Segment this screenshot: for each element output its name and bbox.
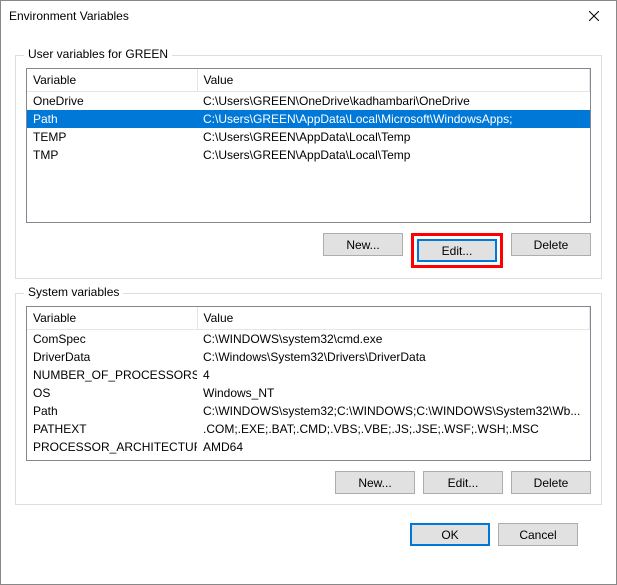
sys-new-button[interactable]: New... — [335, 471, 415, 494]
table-row[interactable]: OneDriveC:\Users\GREEN\OneDrive\kadhamba… — [27, 92, 590, 111]
cell-value: AMD64 — [197, 438, 590, 456]
cell-value: Windows_NT — [197, 384, 590, 402]
sys-col-variable[interactable]: Variable — [27, 307, 197, 330]
cell-value: C:\Users\GREEN\AppData\Local\Temp — [197, 146, 590, 164]
table-row[interactable]: TMPC:\Users\GREEN\AppData\Local\Temp — [27, 146, 590, 164]
user-new-button[interactable]: New... — [323, 233, 403, 256]
edit-button-highlight: Edit... — [411, 233, 503, 268]
system-variables-group: System variables Variable Value ComSpecC… — [15, 293, 602, 505]
sys-col-value[interactable]: Value — [197, 307, 590, 330]
sys-group-label: System variables — [24, 285, 123, 299]
user-group-label: User variables for GREEN — [24, 47, 172, 61]
cell-value: C:\Users\GREEN\AppData\Local\Temp — [197, 128, 590, 146]
sys-delete-button[interactable]: Delete — [511, 471, 591, 494]
cell-variable: NUMBER_OF_PROCESSORS — [27, 366, 197, 384]
cell-variable: Path — [27, 110, 197, 128]
cell-variable: OneDrive — [27, 92, 197, 111]
cell-value: C:\WINDOWS\system32;C:\WINDOWS;C:\WINDOW… — [197, 402, 590, 420]
table-row[interactable]: PathC:\Users\GREEN\AppData\Local\Microso… — [27, 110, 590, 128]
sys-button-row: New... Edit... Delete — [26, 471, 591, 494]
system-variables-table[interactable]: Variable Value ComSpecC:\WINDOWS\system3… — [26, 306, 591, 461]
user-edit-button[interactable]: Edit... — [417, 239, 497, 262]
cell-value: C:\Users\GREEN\OneDrive\kadhambari\OneDr… — [197, 92, 590, 111]
cell-variable: PATHEXT — [27, 420, 197, 438]
cell-variable: DriverData — [27, 348, 197, 366]
sys-edit-button[interactable]: Edit... — [423, 471, 503, 494]
dialog-content: User variables for GREEN Variable Value … — [1, 31, 616, 560]
close-icon — [589, 11, 599, 21]
cell-variable: PROCESSOR_ARCHITECTURE — [27, 438, 197, 456]
window-title: Environment Variables — [9, 9, 129, 23]
table-row[interactable]: PATHEXT.COM;.EXE;.BAT;.CMD;.VBS;.VBE;.JS… — [27, 420, 590, 438]
table-row[interactable]: ComSpecC:\WINDOWS\system32\cmd.exe — [27, 330, 590, 349]
cell-variable: TMP — [27, 146, 197, 164]
user-variables-group: User variables for GREEN Variable Value … — [15, 55, 602, 279]
cell-variable: ComSpec — [27, 330, 197, 349]
cell-value: .COM;.EXE;.BAT;.CMD;.VBS;.VBE;.JS;.JSE;.… — [197, 420, 590, 438]
table-row[interactable]: PathC:\WINDOWS\system32;C:\WINDOWS;C:\WI… — [27, 402, 590, 420]
table-row[interactable]: PROCESSOR_ARCHITECTUREAMD64 — [27, 438, 590, 456]
table-row[interactable]: OSWindows_NT — [27, 384, 590, 402]
user-variables-table[interactable]: Variable Value OneDriveC:\Users\GREEN\On… — [26, 68, 591, 223]
table-row[interactable]: TEMPC:\Users\GREEN\AppData\Local\Temp — [27, 128, 590, 146]
cell-value: C:\Windows\System32\Drivers\DriverData — [197, 348, 590, 366]
user-button-row: New... Edit... Delete — [26, 233, 591, 268]
close-button[interactable] — [571, 1, 616, 31]
cancel-button[interactable]: Cancel — [498, 523, 578, 546]
cell-variable: OS — [27, 384, 197, 402]
cell-value: C:\Users\GREEN\AppData\Local\Microsoft\W… — [197, 110, 590, 128]
table-row[interactable]: DriverDataC:\Windows\System32\Drivers\Dr… — [27, 348, 590, 366]
cell-value: C:\WINDOWS\system32\cmd.exe — [197, 330, 590, 349]
cell-value: 4 — [197, 366, 590, 384]
user-col-variable[interactable]: Variable — [27, 69, 197, 92]
table-row[interactable]: NUMBER_OF_PROCESSORS4 — [27, 366, 590, 384]
ok-button[interactable]: OK — [410, 523, 490, 546]
cell-variable: TEMP — [27, 128, 197, 146]
dialog-footer: OK Cancel — [15, 505, 602, 546]
user-col-value[interactable]: Value — [197, 69, 590, 92]
cell-variable: Path — [27, 402, 197, 420]
user-delete-button[interactable]: Delete — [511, 233, 591, 256]
titlebar: Environment Variables — [1, 1, 616, 31]
